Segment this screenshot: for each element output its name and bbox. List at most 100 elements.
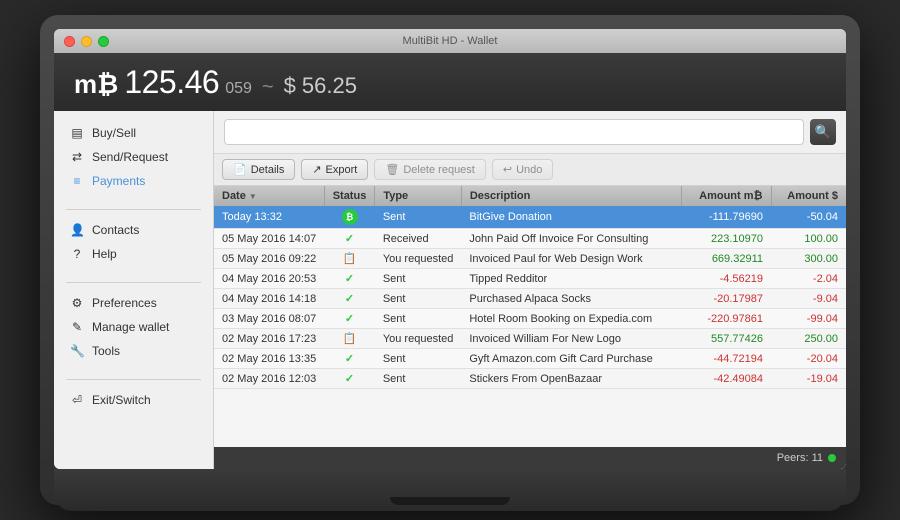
cell-amount-btc: 557.77426 bbox=[681, 329, 771, 349]
table-row[interactable]: 04 May 2016 14:18 ✓ Sent Purchased Alpac… bbox=[214, 289, 846, 309]
table-row[interactable]: 05 May 2016 09:22 📋 You requested Invoic… bbox=[214, 249, 846, 269]
table-row[interactable]: Today 13:32 ₿ Sent BitGive Donation -111… bbox=[214, 206, 846, 229]
close-button[interactable] bbox=[64, 36, 75, 47]
sidebar-divider-3 bbox=[66, 379, 201, 380]
cell-description: BitGive Donation bbox=[461, 206, 681, 229]
col-header-amount-usd[interactable]: Amount $ bbox=[771, 186, 846, 206]
cell-status: ✓ bbox=[324, 349, 375, 369]
sidebar-item-preferences[interactable]: ⚙ Preferences bbox=[58, 291, 209, 315]
sidebar-label-exit: Exit/Switch bbox=[92, 393, 151, 407]
col-header-date[interactable]: Date ▼ bbox=[214, 186, 324, 206]
sidebar-item-exit[interactable]: ⏎ Exit/Switch bbox=[58, 388, 209, 412]
sidebar-item-manage-wallet[interactable]: ✎ Manage wallet bbox=[58, 315, 209, 339]
col-header-amount-btc[interactable]: Amount m₿ bbox=[681, 186, 771, 206]
sidebar: ▤ Buy/Sell ⇄ Send/Request ≡ Payments bbox=[54, 111, 214, 469]
preferences-icon: ⚙ bbox=[70, 296, 84, 310]
cell-amount-usd: 250.00 bbox=[771, 329, 846, 349]
window-title: MultiBit HD - Wallet bbox=[403, 35, 498, 47]
sidebar-label-manage-wallet: Manage wallet bbox=[92, 320, 169, 334]
details-icon: 📄 bbox=[233, 163, 247, 176]
sidebar-item-send-request[interactable]: ⇄ Send/Request bbox=[58, 145, 209, 169]
table-row[interactable]: 03 May 2016 08:07 ✓ Sent Hotel Room Book… bbox=[214, 309, 846, 329]
sidebar-item-help[interactable]: ? Help bbox=[58, 242, 209, 266]
table-row[interactable]: 05 May 2016 14:07 ✓ Received John Paid O… bbox=[214, 229, 846, 249]
search-bar: 🔍 bbox=[224, 119, 836, 145]
content-area: 🔍 📄 Details ↗ Export bbox=[214, 111, 846, 469]
delete-button[interactable]: 🗑 Delete request bbox=[374, 159, 486, 180]
col-header-status[interactable]: Status bbox=[324, 186, 375, 206]
cell-status: ✓ bbox=[324, 229, 375, 249]
undo-icon: ↩ bbox=[503, 163, 512, 176]
status-icon-doc: 📋 bbox=[343, 333, 357, 345]
cell-amount-btc: -4.56219 bbox=[681, 269, 771, 289]
table-row[interactable]: 02 May 2016 17:23 📋 You requested Invoic… bbox=[214, 329, 846, 349]
cell-amount-usd: -19.04 bbox=[771, 369, 846, 389]
sidebar-label-tools: Tools bbox=[92, 344, 120, 358]
export-button[interactable]: ↗ Export bbox=[301, 159, 368, 180]
export-label: Export bbox=[326, 164, 358, 176]
balance-milli: 059 bbox=[225, 80, 252, 98]
balance-icon: m₿ bbox=[74, 69, 118, 100]
exit-icon: ⏎ bbox=[70, 393, 84, 407]
sidebar-label-buy-sell: Buy/Sell bbox=[92, 126, 136, 140]
cell-amount-usd: -50.04 bbox=[771, 206, 846, 229]
table-header-row: Date ▼ Status Type Description Amount m₿… bbox=[214, 186, 846, 206]
search-button[interactable]: 🔍 bbox=[810, 119, 836, 145]
table-row[interactable]: 04 May 2016 20:53 ✓ Sent Tipped Redditor… bbox=[214, 269, 846, 289]
cell-date: 04 May 2016 20:53 bbox=[214, 269, 324, 289]
cell-amount-usd: -99.04 bbox=[771, 309, 846, 329]
traffic-lights bbox=[64, 36, 109, 47]
cell-date: 05 May 2016 14:07 bbox=[214, 229, 324, 249]
sidebar-label-send-request: Send/Request bbox=[92, 150, 168, 164]
sidebar-section-contacts: 👤 Contacts ? Help bbox=[54, 218, 213, 266]
sidebar-item-payments[interactable]: ≡ Payments bbox=[58, 169, 209, 193]
cell-description: Gyft Amazon.com Gift Card Purchase bbox=[461, 349, 681, 369]
cell-amount-btc: -42.49084 bbox=[681, 369, 771, 389]
table-row[interactable]: 02 May 2016 13:35 ✓ Sent Gyft Amazon.com… bbox=[214, 349, 846, 369]
sidebar-item-tools[interactable]: 🔧 Tools bbox=[58, 339, 209, 363]
cell-type: Sent bbox=[375, 289, 462, 309]
details-button[interactable]: 📄 Details bbox=[222, 159, 295, 180]
sort-arrow-date: ▼ bbox=[249, 192, 257, 201]
sidebar-item-contacts[interactable]: 👤 Contacts bbox=[58, 218, 209, 242]
status-icon-check: ✓ bbox=[345, 353, 354, 365]
cell-type: Sent bbox=[375, 206, 462, 229]
balance-separator: ~ bbox=[262, 76, 274, 99]
cell-status: ✓ bbox=[324, 369, 375, 389]
cell-type: Sent bbox=[375, 369, 462, 389]
table-row[interactable]: 02 May 2016 12:03 ✓ Sent Stickers From O… bbox=[214, 369, 846, 389]
sidebar-item-buy-sell[interactable]: ▤ Buy/Sell bbox=[58, 121, 209, 145]
cell-description: Tipped Redditor bbox=[461, 269, 681, 289]
cell-amount-btc: 223.10970 bbox=[681, 229, 771, 249]
balance-display: m₿ 125.46 059 ~ $ 56.25 bbox=[74, 64, 357, 101]
cell-status: 📋 bbox=[324, 329, 375, 349]
buy-sell-icon: ▤ bbox=[70, 126, 84, 140]
cell-type: You requested bbox=[375, 249, 462, 269]
search-input[interactable] bbox=[224, 119, 804, 145]
minimize-button[interactable] bbox=[81, 36, 92, 47]
maximize-button[interactable] bbox=[98, 36, 109, 47]
cell-amount-btc: -111.79690 bbox=[681, 206, 771, 229]
cell-status: 📋 bbox=[324, 249, 375, 269]
col-header-description[interactable]: Description bbox=[461, 186, 681, 206]
cell-date: 03 May 2016 08:07 bbox=[214, 309, 324, 329]
balance-usd: $ 56.25 bbox=[284, 73, 357, 99]
sidebar-section-exit: ⏎ Exit/Switch bbox=[54, 388, 213, 412]
peers-info: Peers: 11 bbox=[777, 452, 836, 464]
cell-amount-usd: 100.00 bbox=[771, 229, 846, 249]
cell-description: Invoiced William For New Logo bbox=[461, 329, 681, 349]
cell-description: Invoiced Paul for Web Design Work bbox=[461, 249, 681, 269]
col-header-type[interactable]: Type bbox=[375, 186, 462, 206]
laptop-notch bbox=[390, 497, 510, 505]
sidebar-divider-1 bbox=[66, 209, 201, 210]
details-label: Details bbox=[251, 164, 285, 176]
transactions-table: Date ▼ Status Type Description Amount m₿… bbox=[214, 186, 846, 389]
cell-description: Hotel Room Booking on Expedia.com bbox=[461, 309, 681, 329]
table-body: Today 13:32 ₿ Sent BitGive Donation -111… bbox=[214, 206, 846, 389]
cell-amount-usd: -2.04 bbox=[771, 269, 846, 289]
cell-status: ✓ bbox=[324, 309, 375, 329]
status-icon-check: ✓ bbox=[345, 373, 354, 385]
cell-type: Sent bbox=[375, 309, 462, 329]
undo-button[interactable]: ↩ Undo bbox=[492, 159, 554, 180]
status-icon-check: ✓ bbox=[345, 233, 354, 245]
